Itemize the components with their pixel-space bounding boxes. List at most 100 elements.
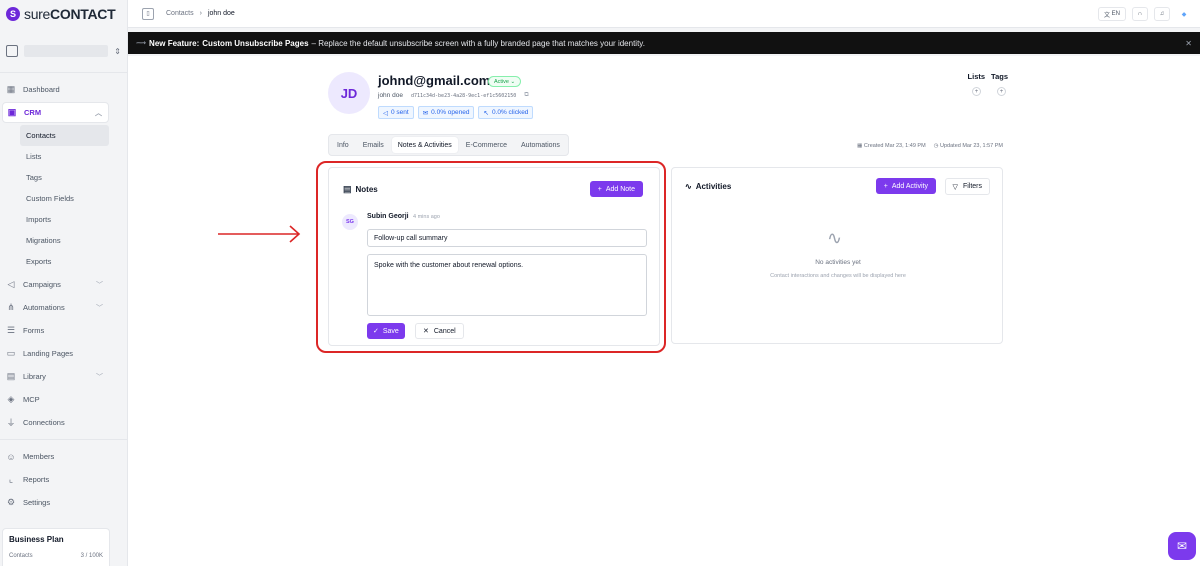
avatar: JD: [328, 72, 370, 114]
lists-tags-labels: Lists Tags: [968, 72, 1008, 81]
cursor-click-icon: ↖: [483, 109, 489, 117]
tab-info[interactable]: Info: [331, 137, 355, 153]
sidebar-subitem-lists[interactable]: Lists: [0, 146, 127, 167]
mcp-icon: ◈: [7, 394, 15, 404]
sidebar-item-label: Library: [23, 372, 46, 381]
sidebar-item-landing-pages[interactable]: ▭ Landing Pages: [0, 343, 127, 364]
sidebar-item-library[interactable]: ▤ Library ﹀: [0, 366, 127, 387]
contact-meta: ▦ Created Mar 23, 1:49 PM ◷ Updated Mar …: [857, 143, 1003, 149]
sidebar-subitem-contacts[interactable]: Contacts: [20, 125, 109, 146]
banner-text: – Replace the default unsubscribe screen…: [311, 38, 645, 48]
tags-label: Tags: [991, 72, 1008, 81]
sidebar-toggle-icon[interactable]: ▯: [142, 7, 154, 20]
topbar: ▯ Contacts › john doe 文 EN ∩ ♫ ◆: [128, 0, 1200, 28]
stat-value: 0.0% clicked: [491, 109, 529, 116]
breadcrumb-separator-icon: ›: [199, 10, 202, 17]
chevron-updown-icon: ⇕: [114, 46, 121, 56]
banner-lead: New Feature:: [149, 38, 200, 48]
sidebar: S sureCONTACT ⇕ ▦ Dashboard ▣ CRM ︿ Cont…: [0, 0, 128, 566]
sidebar-item-label: MCP: [23, 395, 40, 404]
notifications-button[interactable]: ♫: [1154, 7, 1170, 21]
sidebar-item-reports[interactable]: ⌞ Reports: [0, 469, 127, 490]
sidebar-item-forms[interactable]: ☰ Forms: [0, 320, 127, 341]
add-list-button[interactable]: +: [972, 87, 981, 96]
megaphone-icon: ◁: [7, 279, 15, 289]
sidebar-item-campaigns[interactable]: ◁ Campaigns ﹀: [0, 274, 127, 295]
empty-state-title: No activities yet: [815, 259, 861, 266]
main-content: JD johnd@gmail.com Active ⌄ john doe d71…: [128, 56, 1200, 566]
chevron-down-icon: ﹀: [96, 304, 103, 312]
sidebar-subitem-imports[interactable]: Imports: [0, 209, 127, 230]
contact-uuid: d711c34d-be23-4a28-9ec1-ef1c5602150: [410, 93, 517, 99]
sidebar-item-label: Settings: [23, 498, 51, 507]
plug-icon: ⏚: [6, 418, 16, 428]
whats-new-button[interactable]: ◆: [1176, 7, 1192, 21]
lists-tags-add: + +: [968, 87, 1008, 96]
created-text: Created Mar 23, 1:49 PM: [863, 143, 926, 149]
contact-header: JD johnd@gmail.com Active ⌄ john doe d71…: [328, 72, 1008, 132]
chevron-down-icon: ﹀: [96, 281, 103, 289]
crm-icon: ▣: [7, 107, 17, 117]
plan-usage-label: Contacts: [9, 553, 33, 559]
tab-ecommerce[interactable]: E-Commerce: [460, 137, 513, 153]
sidebar-item-label: Connections: [23, 418, 65, 427]
translate-icon: 文: [1103, 12, 1110, 19]
workspace-name-redacted: [24, 45, 109, 57]
diamond-icon: ◆: [1181, 11, 1187, 18]
automation-icon: ⋔: [7, 302, 15, 312]
copy-icon[interactable]: ⧉: [524, 92, 528, 99]
envelope-open-icon: ✉: [422, 109, 429, 117]
plan-title: Business Plan: [9, 535, 64, 544]
breadcrumb: Contacts › john doe: [166, 10, 235, 17]
feature-banner: ⟿ New Feature: Custom Unsubscribe Pages …: [128, 32, 1200, 54]
sidebar-item-label: CRM: [24, 108, 42, 117]
add-tag-button[interactable]: +: [997, 87, 1006, 96]
plan-usage-value: 3 / 100K: [80, 553, 103, 559]
sidebar-item-label: Landing Pages: [23, 349, 74, 358]
banner-title[interactable]: Custom Unsubscribe Pages: [202, 39, 308, 48]
stat-opened: ✉ 0.0% opened: [417, 106, 475, 119]
sidebar-item-settings[interactable]: ⚙ Settings: [0, 492, 127, 513]
support-button[interactable]: ∩: [1132, 7, 1148, 21]
plan-card: Business Plan Contacts 3 / 100K: [2, 528, 110, 566]
sidebar-item-members[interactable]: ☺ Members: [0, 446, 127, 467]
logo[interactable]: S sureCONTACT: [0, 0, 127, 28]
sidebar-item-mcp[interactable]: ◈ MCP: [0, 389, 127, 410]
tab-automations[interactable]: Automations: [515, 137, 566, 153]
divider: [0, 439, 127, 440]
library-icon: ▤: [6, 371, 16, 381]
filters-button[interactable]: ▽ Filters: [944, 178, 990, 195]
sidebar-item-label: Dashboard: [23, 85, 60, 94]
annotation-arrow-icon: [218, 225, 301, 243]
breadcrumb-contacts[interactable]: Contacts: [166, 10, 194, 17]
sidebar-subitem-migrations[interactable]: Migrations: [0, 230, 127, 251]
clock-icon: ◷: [933, 143, 939, 149]
tab-notes-activities[interactable]: Notes & Activities: [391, 137, 458, 153]
sidebar-item-connections[interactable]: ⏚ Connections: [0, 412, 127, 433]
sidebar-item-crm[interactable]: ▣ CRM ︿: [2, 102, 109, 123]
workspace-switcher[interactable]: ⇕: [6, 40, 121, 62]
sidebar-item-dashboard[interactable]: ▦ Dashboard: [0, 79, 127, 100]
sidebar-subitem-exports[interactable]: Exports: [0, 251, 127, 272]
sidebar-subitem-tags[interactable]: Tags: [0, 167, 127, 188]
stat-clicked: ↖ 0.0% clicked: [478, 106, 534, 119]
tab-emails[interactable]: Emails: [357, 137, 390, 153]
chat-button[interactable]: ✉: [1168, 532, 1196, 560]
updated-at: ◷ Updated Mar 23, 1:57 PM: [934, 143, 1003, 149]
add-activity-button[interactable]: + Add Activity: [875, 178, 936, 194]
divider: [0, 72, 127, 73]
chat-icon: ✉: [1176, 539, 1188, 553]
sidebar-item-label: Members: [23, 452, 55, 461]
language-button[interactable]: 文 EN: [1098, 7, 1126, 21]
activities-title-text: Activities: [695, 182, 732, 191]
sidebar-item-automations[interactable]: ⋔ Automations ﹀: [0, 297, 127, 318]
topbar-actions: 文 EN ∩ ♫ ◆: [1098, 7, 1192, 21]
sparkle-icon: ⟿: [136, 40, 147, 47]
status-badge[interactable]: Active ⌄: [488, 76, 522, 87]
sidebar-item-label: Reports: [23, 475, 50, 484]
bell-icon: ♫: [1159, 11, 1165, 17]
close-icon[interactable]: ✕: [1185, 39, 1192, 48]
sidebar-item-label: Forms: [23, 326, 45, 335]
sidebar-subitem-custom-fields[interactable]: Custom Fields: [0, 188, 127, 209]
created-at: ▦ Created Mar 23, 1:49 PM: [857, 143, 926, 149]
